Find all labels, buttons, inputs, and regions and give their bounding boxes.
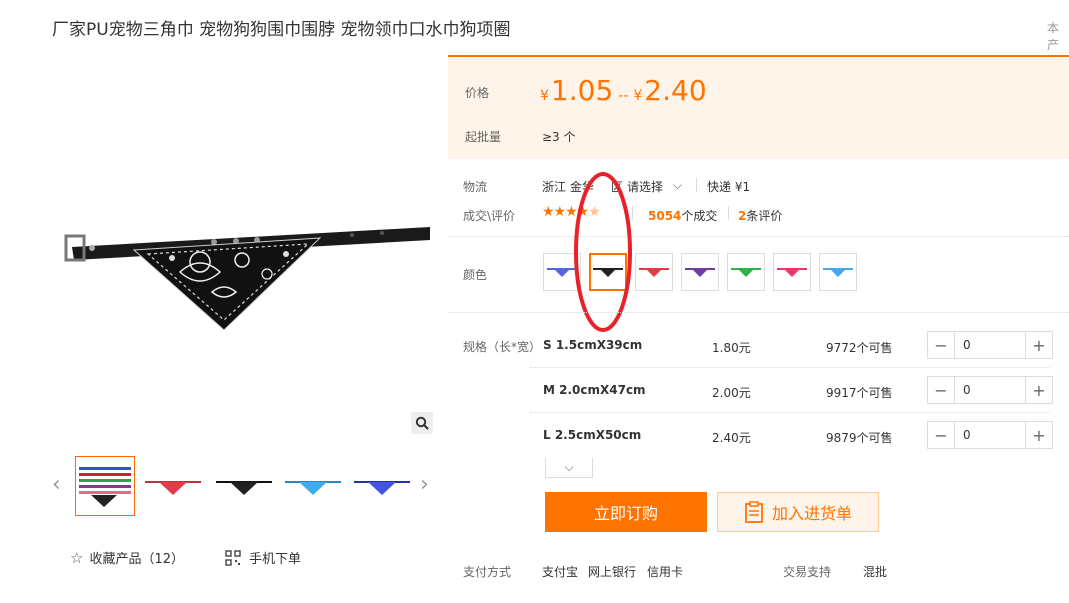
- spec-label: 规格（长*宽）: [463, 340, 542, 354]
- spec-name: S 1.5cmX39cm: [543, 338, 643, 352]
- express-fee: 快递 ¥1: [707, 180, 751, 194]
- spec-stock: 9879个可售: [826, 431, 893, 445]
- clipboard-icon: [745, 501, 763, 523]
- divider: [728, 206, 729, 220]
- moq-label: 起批量: [465, 130, 502, 144]
- plus-icon[interactable]: +: [1026, 332, 1052, 358]
- spec-stock: 9772个可售: [826, 341, 893, 355]
- payment-alipay: 支付宝: [542, 565, 579, 579]
- quantity-stepper[interactable]: −0 +: [927, 421, 1053, 449]
- moq-value: ≥3 个: [542, 130, 576, 144]
- thumbnail-5[interactable]: [352, 456, 412, 516]
- spec-price: 1.80元: [712, 341, 751, 355]
- annotation-circle: [574, 172, 632, 332]
- deals-reviews-label: 成交\评价: [463, 209, 516, 223]
- buy-now-button[interactable]: 立即订购: [545, 492, 707, 532]
- payment-label: 支付方式: [463, 565, 512, 579]
- minus-icon[interactable]: −: [928, 377, 954, 403]
- price-label: 价格: [465, 86, 490, 100]
- divider: [696, 178, 697, 192]
- zoom-button[interactable]: [411, 412, 433, 434]
- plus-icon[interactable]: +: [1026, 422, 1052, 448]
- swatch-image: [823, 268, 853, 277]
- swatch-image: [639, 268, 669, 277]
- thumbnail-4[interactable]: [283, 456, 343, 516]
- thumb-black-image: [216, 481, 272, 495]
- trade-support-value: 混批: [863, 565, 888, 579]
- thumb-blue-image: [285, 481, 341, 495]
- minus-icon[interactable]: −: [928, 332, 954, 358]
- thumbnail-2[interactable]: [143, 456, 203, 516]
- color-swatch-purple[interactable]: [681, 253, 719, 291]
- swatch-image: [685, 268, 715, 277]
- thumb-next-icon[interactable]: ›: [420, 474, 429, 496]
- price-max: 2.40: [644, 74, 707, 107]
- add-to-list-button[interactable]: 加入进货单: [717, 492, 879, 532]
- mobile-order-button[interactable]: 手机下单: [225, 548, 301, 567]
- color-swatch-green[interactable]: [727, 253, 765, 291]
- chevron-down-icon: ⌵: [564, 460, 574, 474]
- quantity-stepper[interactable]: −0 +: [927, 331, 1053, 359]
- row-separator: [530, 367, 1050, 368]
- deals-count[interactable]: 5054个成交: [648, 207, 717, 224]
- expand-specs-button[interactable]: ⌵: [545, 458, 593, 478]
- payment-credit-card: 信用卡: [647, 565, 684, 579]
- spec-name: M 2.0cmX47cm: [543, 383, 646, 397]
- product-title: 厂家PU宠物三角巾 宠物狗狗围巾围脖 宠物领巾口水巾狗项圈: [52, 20, 511, 40]
- chevron-down-icon: ⌵: [673, 178, 683, 192]
- favorite-label: 收藏产品（12）: [89, 552, 184, 567]
- thumb-navy-image: [354, 481, 410, 495]
- row-separator: [530, 412, 1050, 413]
- magnifier-icon: [415, 416, 429, 430]
- trade-support-label: 交易支持: [783, 565, 832, 579]
- quantity-stepper[interactable]: −0 +: [927, 376, 1053, 404]
- thumb-multicolor-image: [79, 467, 131, 507]
- color-swatch-light-blue[interactable]: [819, 253, 857, 291]
- main-product-image[interactable]: [52, 62, 433, 457]
- minus-icon[interactable]: −: [928, 422, 954, 448]
- spec-price: 2.00元: [712, 386, 751, 400]
- add-to-list-label: 加入进货单: [771, 504, 852, 523]
- logistics-label: 物流: [463, 180, 488, 194]
- thumbnail-1[interactable]: [75, 456, 135, 516]
- color-swatch-pink[interactable]: [773, 253, 811, 291]
- swatch-image: [731, 268, 761, 277]
- deals-count-suffix: 个成交: [681, 209, 718, 223]
- swatch-image: [777, 268, 807, 277]
- currency-symbol-max: ¥: [633, 88, 643, 104]
- star-outline-icon: ☆: [70, 548, 84, 567]
- spec-price: 2.40元: [712, 431, 751, 445]
- quantity-input[interactable]: 0: [954, 332, 1026, 358]
- separator: [448, 236, 1069, 237]
- price-range-separator: --: [618, 88, 629, 104]
- thumbnail-3[interactable]: [214, 456, 274, 516]
- review-count-suffix: 条评价: [746, 209, 783, 223]
- color-swatch-red[interactable]: [635, 253, 673, 291]
- favorite-button[interactable]: ☆ 收藏产品（12）: [70, 548, 184, 568]
- collar-illustration: [64, 227, 430, 331]
- spec-name: L 2.5cmX50cm: [543, 428, 642, 442]
- currency-symbol-min: ¥: [540, 88, 549, 104]
- color-label: 颜色: [463, 268, 488, 282]
- corner-text: 本产: [1047, 21, 1060, 52]
- separator: [448, 312, 1069, 313]
- quantity-input[interactable]: 0: [954, 422, 1026, 448]
- quantity-input[interactable]: 0: [954, 377, 1026, 403]
- spec-stock: 9917个可售: [826, 386, 893, 400]
- price-range: ¥ 1.05 -- ¥ 2.40: [540, 74, 707, 107]
- mobile-order-label: 手机下单: [249, 552, 302, 567]
- thumb-red-image: [145, 481, 201, 495]
- review-count[interactable]: 2条评价: [738, 207, 782, 224]
- deals-count-value: 5054: [648, 209, 682, 223]
- plus-icon[interactable]: +: [1026, 377, 1052, 403]
- price-min: 1.05: [550, 74, 614, 107]
- qr-code-icon: [225, 549, 241, 566]
- payment-online-bank: 网上银行: [588, 565, 637, 579]
- thumb-prev-icon[interactable]: ‹: [52, 474, 61, 496]
